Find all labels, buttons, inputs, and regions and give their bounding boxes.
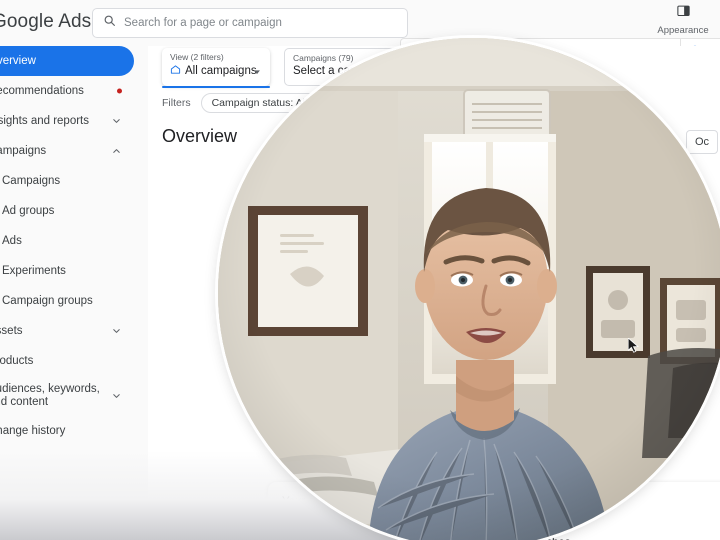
sidebar-item-overview[interactable]: Overview [0,46,134,76]
sidebar-item-label: Assets [0,325,23,337]
sidebar-item-label: Ads [2,235,22,247]
view-selector-active-underline [162,85,270,88]
sidebar-item-assets[interactable]: Assets [0,316,148,346]
app-logo[interactable]: Google Ads [0,11,91,33]
sidebar-item-label: Campaign groups [2,295,93,307]
chevron-down-icon[interactable] [252,64,262,82]
filters-label: Filters [162,97,191,109]
chevron-down-icon[interactable] [111,391,122,402]
appearance-contrast-icon [676,3,691,23]
view-selector-value-row: All campaigns [170,64,262,78]
sidebar-item-label: Campaigns [2,175,61,187]
sidebar-item-campaigns[interactable]: Campaigns [0,166,148,196]
sidebar-item-insights-and-reports[interactable]: Insights and reports [0,106,148,136]
view-selector[interactable]: View (2 filters) All campaigns [162,48,270,88]
sidebar-item-label: Campaigns [0,145,47,157]
view-selector-value: All campaigns [185,65,257,77]
presenter-webcam-circle [218,38,720,540]
date-range-value[interactable]: Oc [685,130,718,154]
home-icon [170,64,181,78]
sidebar-item-audiences-keywords-content[interactable]: Audiences, keywords, and content [0,376,148,416]
sidebar-item-campaigns-group[interactable]: Campaigns [0,136,148,166]
sidebar: Overview Recommendations Insights and re… [0,46,148,516]
chevron-up-icon[interactable] [111,146,122,157]
sidebar-item-recommendations[interactable]: Recommendations [0,76,148,106]
chevron-down-icon[interactable] [111,326,122,337]
screenshot-root: Google Ads Search for a page or campaign [0,0,720,540]
view-selector-sublabel: View (2 filters) [170,52,224,62]
sidebar-item-ads[interactable]: Ads [0,226,148,256]
sidebar-item-label: Ad groups [2,205,55,217]
sidebar-item-label: Overview [0,55,36,67]
sidebar-item-label: Audiences, keywords, and content [0,383,100,408]
sidebar-item-label: Products [0,355,34,367]
sidebar-item-campaign-groups[interactable]: Campaign groups [0,286,148,316]
app-logo-text: Google Ads [0,11,92,32]
search-input[interactable]: Search for a page or campaign [92,8,408,38]
sidebar-item-label: Change history [0,425,66,437]
search-placeholder: Search for a page or campaign [124,17,282,29]
appearance-label: Appearance [657,25,709,36]
chevron-down-icon[interactable] [111,116,122,127]
webcam-video-frame [218,38,720,540]
sidebar-item-label: Insights and reports [0,115,90,127]
appearance-button[interactable]: Appearance [652,3,714,36]
sidebar-item-ad-groups[interactable]: Ad groups [0,196,148,226]
sidebar-item-change-history[interactable]: Change history [0,416,148,446]
sidebar-item-label: Experiments [2,265,66,277]
sidebar-item-products[interactable]: Products [0,346,148,376]
recommendations-badge-dot [117,88,122,94]
sidebar-item-experiments[interactable]: Experiments [0,256,148,286]
page-title: Overview [162,126,238,146]
sidebar-item-label: Recommendations [0,85,84,97]
search-icon [103,14,116,32]
